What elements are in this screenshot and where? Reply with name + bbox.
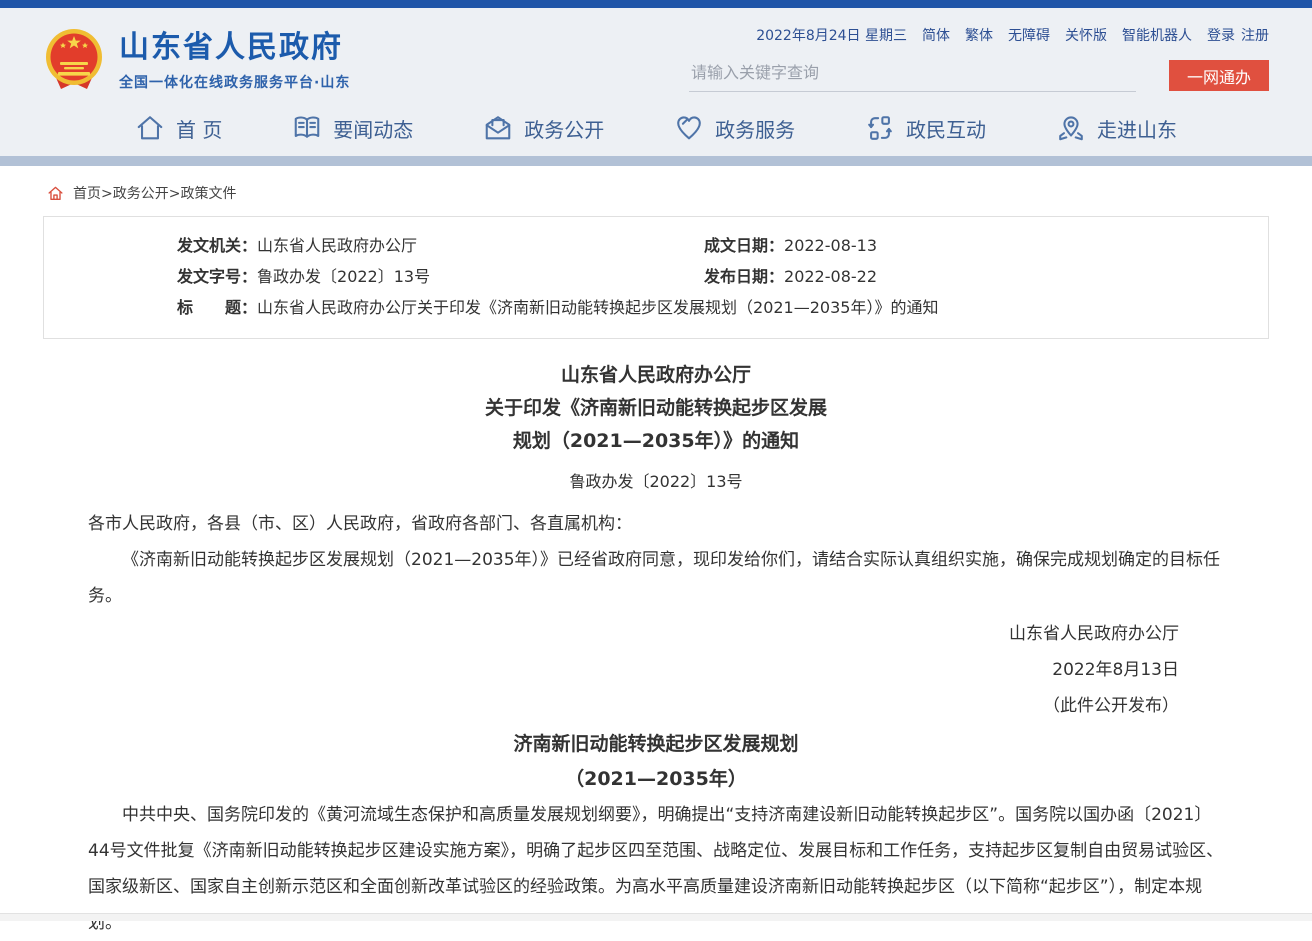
doc-info-label: 发文字号： [177, 267, 257, 286]
map-pin-icon [1056, 113, 1086, 143]
site-subtitle: 全国一体化在线政务服务平台·山东 [119, 72, 350, 92]
doc-info-issuing-agency: 发文机关：山东省人民政府办公厅 [44, 230, 704, 261]
smart-robot-link[interactable]: 智能机器人 [1122, 25, 1192, 45]
signature-agency: 山东省人民政府办公厅 [88, 616, 1179, 652]
doc-info-label: 标 题： [177, 298, 257, 317]
doc-info-value: 鲁政办发〔2022〕13号 [257, 267, 430, 286]
care-version-link[interactable]: 关怀版 [1065, 25, 1107, 45]
site-title: 山东省人民政府 [119, 31, 350, 65]
search-row: 一网通办 [689, 59, 1269, 92]
home-icon [135, 113, 165, 143]
header-divider-bar [0, 156, 1312, 166]
nav-item-label: 政务服务 [715, 114, 795, 143]
lang-simplified-link[interactable]: 简体 [922, 25, 950, 45]
doc-info-doc-number: 发文字号：鲁政办发〔2022〕13号 [44, 261, 704, 292]
top-accent-bar [0, 0, 1312, 8]
salutation: 各市人民政府，各县（市、区）人民政府，省政府各部门、各直属机构： [88, 506, 1224, 542]
article: 山东省人民政府办公厅 关于印发《济南新旧动能转换起步区发展 规划（2021—20… [43, 339, 1269, 941]
yiwangtongban-button[interactable]: 一网通办 [1169, 60, 1269, 91]
nav-item-home[interactable]: 首 页 [135, 113, 222, 143]
breadcrumb-home-icon[interactable] [47, 185, 64, 202]
signature-block: 山东省人民政府办公厅 2022年8月13日 （此件公开发布） [88, 616, 1224, 724]
signature-date: 2022年8月13日 [88, 652, 1179, 688]
nav-item-gov-info[interactable]: 政务公开 [483, 113, 604, 143]
breadcrumb: 首页>政务公开>政策文件 [47, 183, 1269, 203]
document-title-line: 关于印发《济南新旧动能转换起步区发展 [88, 392, 1224, 425]
plan-title-line: （2021—2035年） [88, 762, 1224, 797]
nav-item-label: 走进山东 [1097, 114, 1177, 143]
envelope-icon [483, 113, 513, 143]
nav-item-label: 要闻动态 [333, 114, 413, 143]
doc-info-label: 成文日期： [704, 236, 784, 255]
exchange-icon [865, 113, 895, 143]
current-date: 2022年8月24日 星期三 [756, 25, 907, 45]
search-input[interactable] [689, 59, 1136, 92]
doc-info-title: 标 题：山东省人民政府办公厅关于印发《济南新旧动能转换起步区发展规划（2021—… [44, 292, 1268, 323]
lang-traditional-link[interactable]: 繁体 [965, 25, 993, 45]
login-group: 登录 注册 [1207, 25, 1269, 45]
book-icon [292, 113, 322, 143]
nav-item-about-shandong[interactable]: 走进山东 [1056, 113, 1177, 143]
site-brand[interactable]: 山东省人民政府 全国一体化在线政务服务平台·山东 [43, 19, 350, 104]
doc-info-value: 山东省人民政府办公厅关于印发《济南新旧动能转换起步区发展规划（2021—2035… [257, 298, 938, 317]
doc-info-written-date: 成文日期：2022-08-13 [704, 230, 1268, 261]
content: 首页>政务公开>政策文件 发文机关：山东省人民政府办公厅 成文日期：2022-0… [43, 183, 1269, 941]
nav-item-interaction[interactable]: 政民互动 [865, 113, 986, 143]
body-paragraph: 《济南新旧动能转换起步区发展规划（2021—2035年）》已经省政府同意，现印发… [88, 542, 1224, 614]
national-emblem-logo [43, 27, 105, 97]
doc-info-value: 2022-08-22 [784, 267, 877, 286]
doc-info-publish-date: 发布日期：2022-08-22 [704, 261, 1268, 292]
document-title-line: 规划（2021—2035年）》的通知 [88, 425, 1224, 458]
signature-note: （此件公开发布） [88, 688, 1179, 724]
nav-item-label: 政务公开 [524, 114, 604, 143]
plan-title: 济南新旧动能转换起步区发展规划 （2021—2035年） [88, 727, 1224, 797]
header-right: 2022年8月24日 星期三 简体 繁体 无障碍 关怀版 智能机器人 登录 注册… [689, 19, 1269, 104]
plan-title-line: 济南新旧动能转换起步区发展规划 [88, 727, 1224, 762]
nav-item-label: 政民互动 [906, 114, 986, 143]
page: 山东省人民政府 全国一体化在线政务服务平台·山东 2022年8月24日 星期三 … [0, 0, 1312, 941]
breadcrumb-trail: 首页>政务公开>政策文件 [73, 183, 236, 203]
doc-info-label: 发布日期： [704, 267, 784, 286]
main-nav: 首 页 要闻动态 政务 [43, 104, 1269, 156]
accessibility-link[interactable]: 无障碍 [1008, 25, 1050, 45]
doc-info-box: 发文机关：山东省人民政府办公厅 成文日期：2022-08-13 发文字号：鲁政办… [43, 216, 1269, 339]
nav-item-gov-services[interactable]: 政务服务 [674, 113, 795, 143]
heart-icon [674, 113, 704, 143]
nav-item-news[interactable]: 要闻动态 [292, 113, 413, 143]
document-title-line: 山东省人民政府办公厅 [88, 359, 1224, 392]
doc-info-value: 2022-08-13 [784, 236, 877, 255]
nav-item-label: 首 页 [176, 114, 222, 143]
utility-bar: 2022年8月24日 星期三 简体 繁体 无障碍 关怀版 智能机器人 登录 注册 [689, 25, 1269, 45]
site-header: 山东省人民政府 全国一体化在线政务服务平台·山东 2022年8月24日 星期三 … [0, 8, 1312, 156]
document-title: 山东省人民政府办公厅 关于印发《济南新旧动能转换起步区发展 规划（2021—20… [88, 359, 1224, 458]
register-link[interactable]: 注册 [1241, 25, 1269, 45]
doc-info-value: 山东省人民政府办公厅 [257, 236, 417, 255]
document-number: 鲁政办发〔2022〕13号 [88, 469, 1224, 495]
login-link[interactable]: 登录 [1207, 25, 1235, 45]
doc-info-label: 发文机关： [177, 236, 257, 255]
footer-strip [0, 913, 1312, 921]
